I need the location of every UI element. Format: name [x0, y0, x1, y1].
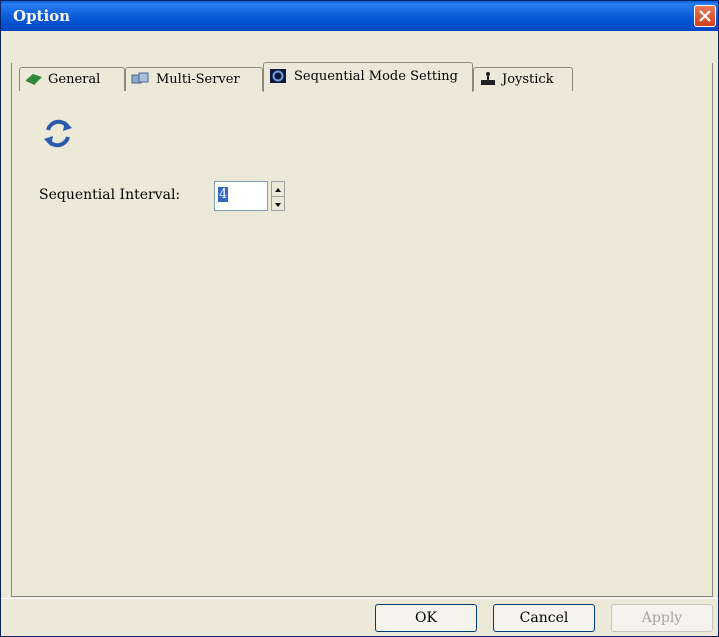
tab-general[interactable]: General — [19, 67, 125, 91]
apply-button[interactable]: Apply — [611, 604, 713, 632]
sequential-interval-spinner[interactable]: 4 — [214, 181, 285, 211]
tab-sequential-mode-setting[interactable]: Sequential Mode Setting — [263, 62, 473, 92]
tab-multi-server[interactable]: Multi-Server — [125, 67, 263, 91]
sequential-interval-input[interactable]: 4 — [214, 181, 268, 211]
spinner-up-button[interactable] — [272, 182, 284, 196]
sequential-interval-value: 4 — [218, 187, 229, 202]
close-button[interactable] — [694, 5, 716, 27]
tab-label: Multi-Server — [156, 72, 240, 87]
divider — [1, 598, 718, 599]
joystick-icon — [481, 72, 495, 85]
window-title: Option — [13, 7, 71, 25]
option-dialog: Option General Multi-Server Sequential M… — [0, 0, 719, 637]
servers-icon — [131, 72, 149, 84]
tab-label: General — [48, 72, 101, 87]
book-icon — [26, 74, 42, 85]
sequential-icon — [270, 69, 286, 83]
tab-joystick[interactable]: Joystick — [473, 67, 573, 91]
tab-label: Sequential Mode Setting — [294, 69, 458, 84]
arrow-down-icon — [275, 203, 281, 207]
ok-button[interactable]: OK — [375, 604, 477, 632]
tab-label: Joystick — [502, 72, 554, 87]
spinner-down-button[interactable] — [272, 196, 284, 211]
close-icon — [699, 10, 711, 22]
sequential-interval-label: Sequential Interval: — [39, 187, 181, 203]
tab-panel — [11, 63, 713, 597]
arrow-up-icon — [275, 188, 281, 192]
sequential-refresh-icon — [44, 119, 72, 148]
spinner-arrows — [271, 181, 285, 211]
title-bar[interactable]: Option — [1, 1, 718, 31]
cancel-button[interactable]: Cancel — [493, 604, 595, 632]
